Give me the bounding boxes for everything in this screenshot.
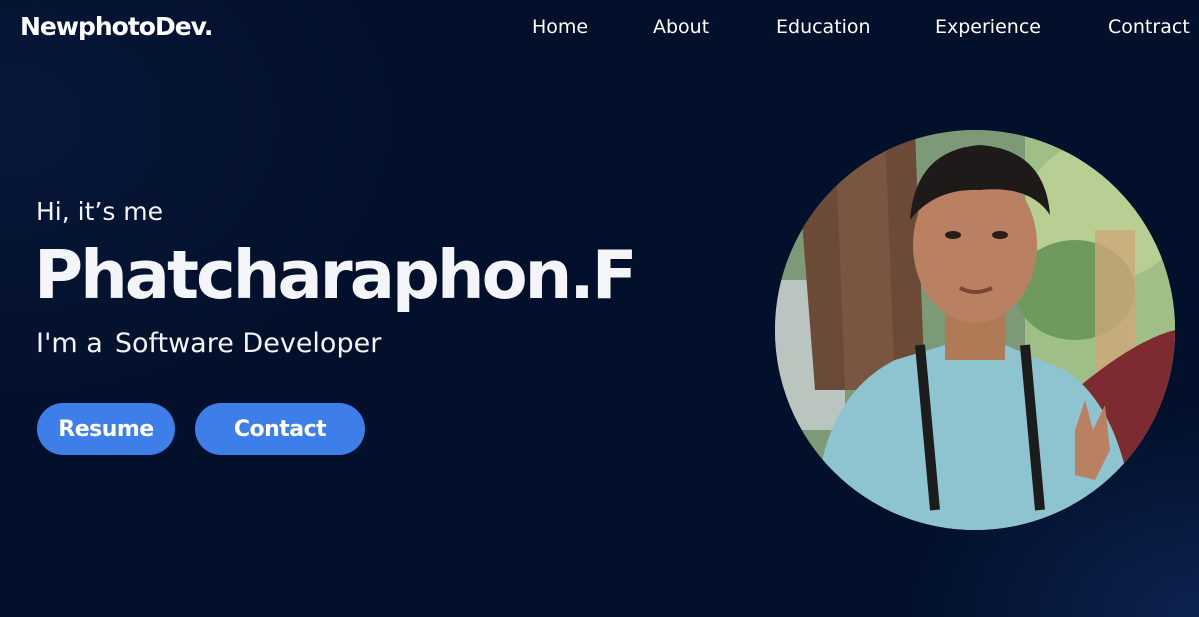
role-title: Software Developer <box>114 328 382 359</box>
resume-button[interactable]: Resume <box>37 403 175 455</box>
site-logo[interactable]: NewphotoDev. <box>20 12 213 41</box>
hero-role-line: I'm a Software Developer <box>36 328 381 359</box>
contact-button[interactable]: Contact <box>195 403 365 455</box>
nav-item-education[interactable]: Education <box>776 16 871 38</box>
hero-greeting: Hi, it’s me <box>36 197 164 226</box>
profile-photo <box>775 130 1175 530</box>
hero-name: Phatcharaphon.F <box>34 236 638 314</box>
nav-item-contract[interactable]: Contract <box>1108 16 1190 38</box>
nav-item-experience[interactable]: Experience <box>935 16 1041 38</box>
nav-item-about[interactable]: About <box>653 16 709 38</box>
role-prefix: I'm a <box>36 328 103 359</box>
navbar: NewphotoDev. Home About Education Experi… <box>0 0 1199 56</box>
nav-item-home[interactable]: Home <box>532 16 588 38</box>
